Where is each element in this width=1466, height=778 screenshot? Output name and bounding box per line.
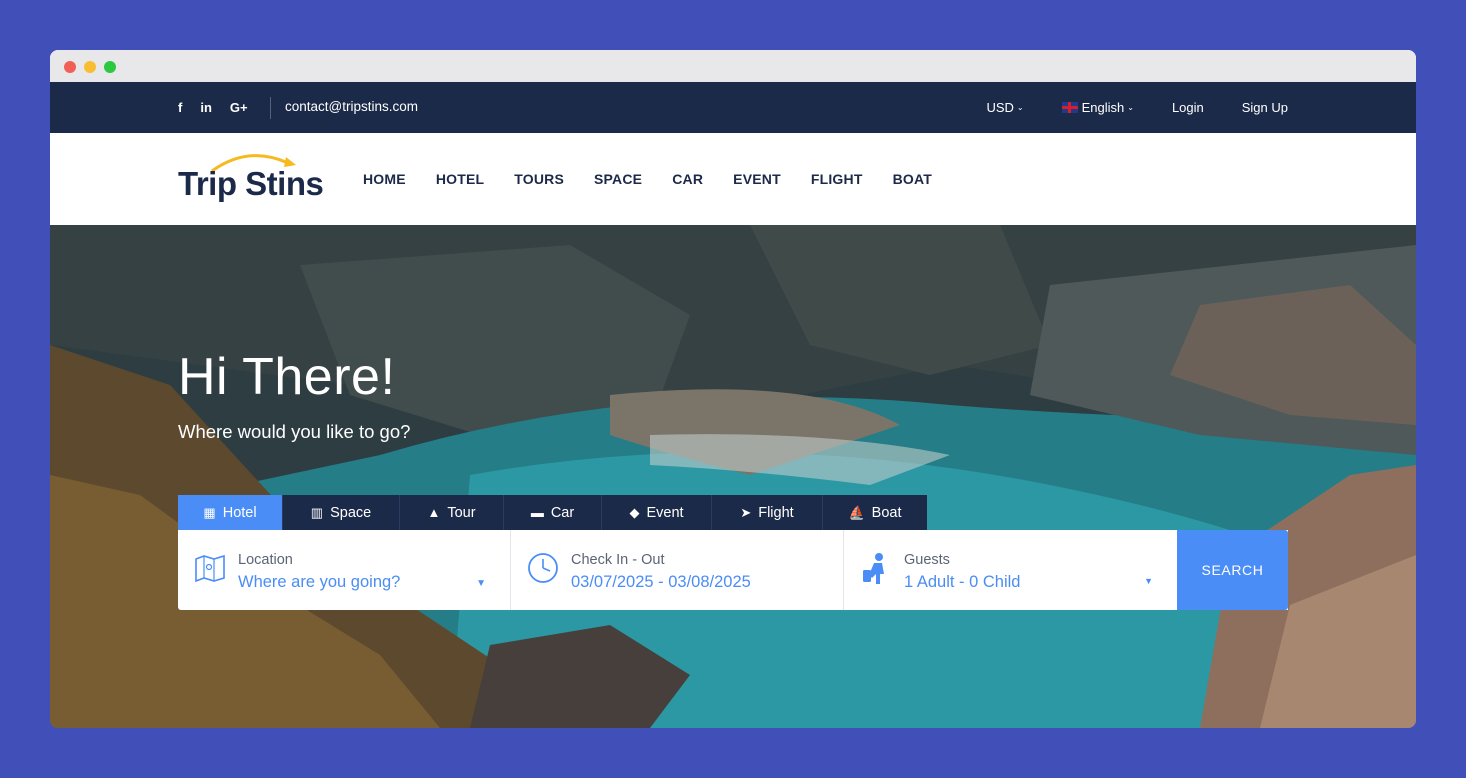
login-link[interactable]: Login (1172, 100, 1204, 115)
site-logo[interactable]: Trip Stins (178, 151, 338, 207)
nav-boat[interactable]: BOAT (893, 171, 932, 187)
tab-hotel[interactable]: ▦ Hotel (178, 495, 283, 530)
nav-home[interactable]: HOME (363, 171, 406, 187)
nav-tours[interactable]: TOURS (514, 171, 564, 187)
location-field[interactable]: Location Where are you going? ▼ (178, 530, 511, 610)
tab-label: Boat (871, 504, 902, 521)
tab-tour[interactable]: ▲ Tour (400, 495, 504, 530)
palm-tree-icon: ▲ (427, 505, 441, 520)
uk-flag-icon (1061, 102, 1078, 113)
minimize-window-button[interactable] (84, 61, 96, 73)
language-label: English (1081, 100, 1125, 115)
hero-title: Hi There! (178, 348, 396, 406)
plane-icon: ➤ (740, 504, 752, 520)
main-navbar: Trip Stins HOME HOTEL TOURS SPACE CAR EV… (50, 133, 1416, 225)
currency-dropdown[interactable]: USD ⌄ (986, 100, 1023, 115)
contact-email-link[interactable]: contact@tripstins.com (285, 99, 418, 114)
map-icon (195, 554, 225, 582)
search-button[interactable]: SEARCH (1177, 530, 1288, 610)
search-form: Location Where are you going? ▼ Check In… (178, 530, 1288, 610)
linkedin-icon[interactable]: in (200, 100, 212, 115)
nav-space[interactable]: SPACE (594, 171, 642, 187)
caret-down-icon: ▼ (1144, 576, 1153, 586)
tab-flight[interactable]: ➤ Flight (712, 495, 823, 530)
social-links: f in G+ (178, 82, 266, 133)
top-bar: f in G+ contact@tripstins.com USD ⌄ Engl… (50, 82, 1416, 133)
nav-hotel[interactable]: HOTEL (436, 171, 484, 187)
tab-label: Event (646, 504, 684, 521)
tab-label: Space (330, 504, 372, 521)
divider (270, 97, 271, 119)
chevron-down-icon: ⌄ (1127, 103, 1134, 112)
nav-event[interactable]: EVENT (733, 171, 781, 187)
dates-field[interactable]: Check In - Out 03/07/2025 - 03/08/2025 (511, 530, 844, 610)
tab-label: Hotel (222, 504, 257, 521)
ship-icon: ⛵ (848, 504, 865, 520)
nav-car[interactable]: CAR (672, 171, 703, 187)
hero-subtitle: Where would you like to go? (178, 421, 411, 442)
tab-boat[interactable]: ⛵ Boat (823, 495, 927, 530)
currency-label: USD (986, 100, 1014, 115)
top-bar-actions: USD ⌄ English ⌄ Login Sign Up (948, 82, 1288, 133)
logo-text: Trip Stins (178, 165, 324, 202)
clock-icon (528, 553, 558, 583)
car-icon: ▬ (530, 505, 544, 520)
ticket-icon: ◆ (629, 504, 640, 520)
nav-flight[interactable]: FLIGHT (811, 171, 863, 187)
chevron-down-icon: ⌄ (1016, 103, 1024, 112)
location-label: Location (238, 552, 293, 568)
browser-window: f in G+ contact@tripstins.com USD ⌄ Engl… (50, 50, 1416, 728)
tab-label: Tour (447, 504, 476, 521)
dates-input[interactable]: 03/07/2025 - 03/08/2025 (571, 573, 751, 592)
tab-event[interactable]: ◆ Event (602, 495, 712, 530)
guests-field[interactable]: Guests 1 Adult - 0 Child ▼ (844, 530, 1177, 610)
location-input[interactable]: Where are you going? (238, 573, 400, 592)
search-tabs: ▦ Hotel ▥ Space ▲ Tour ▬ Car ◆ Event ➤ F… (178, 495, 927, 530)
building-icon: ▥ (310, 504, 324, 520)
maximize-window-button[interactable] (104, 61, 116, 73)
main-menu: HOME HOTEL TOURS SPACE CAR EVENT FLIGHT … (363, 133, 962, 225)
close-window-button[interactable] (64, 61, 76, 73)
signup-link[interactable]: Sign Up (1242, 100, 1288, 115)
language-dropdown[interactable]: English ⌄ (1061, 100, 1134, 115)
tab-car[interactable]: ▬ Car (504, 495, 602, 530)
google-plus-icon[interactable]: G+ (230, 100, 248, 115)
dates-label: Check In - Out (571, 552, 665, 568)
hotel-icon: ▦ (203, 504, 216, 520)
caret-down-icon: ▼ (476, 578, 486, 589)
tab-label: Car (550, 504, 575, 521)
facebook-icon[interactable]: f (178, 100, 182, 115)
hero-section: Hi There! Where would you like to go? ▦ … (50, 225, 1416, 728)
guests-input[interactable]: 1 Adult - 0 Child (904, 573, 1020, 592)
tab-space[interactable]: ▥ Space (283, 495, 400, 530)
traveler-icon (863, 553, 884, 584)
tab-label: Flight (758, 504, 794, 521)
window-titlebar (50, 50, 1416, 82)
coastal-landscape-background (50, 225, 1416, 728)
guests-label: Guests (904, 552, 950, 568)
